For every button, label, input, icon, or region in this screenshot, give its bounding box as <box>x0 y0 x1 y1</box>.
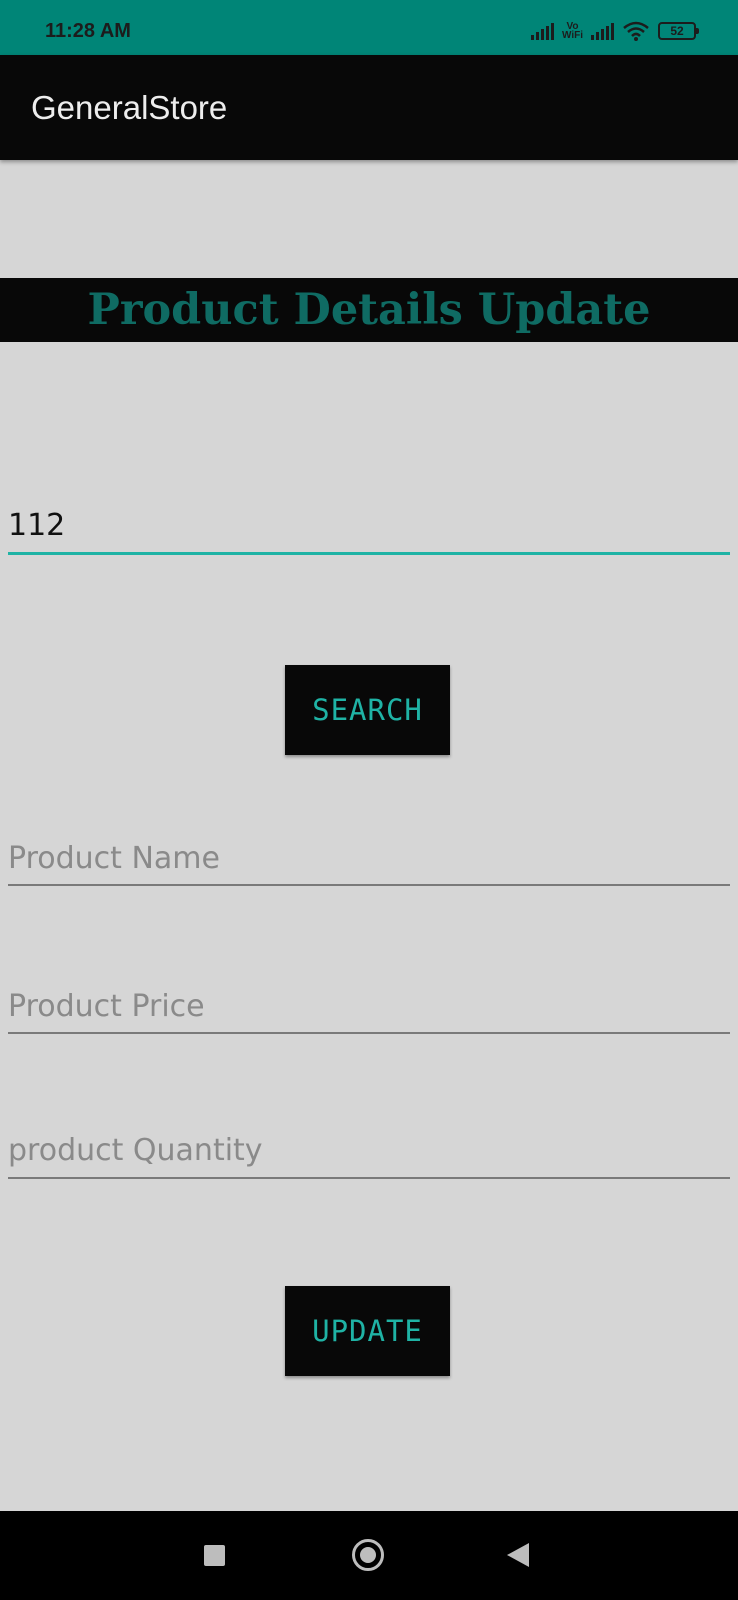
status-time: 11:28 AM <box>45 20 131 42</box>
product-name-input[interactable] <box>8 838 730 886</box>
page-title: Product Details Update <box>87 285 651 335</box>
search-button[interactable]: SEARCH <box>285 665 450 755</box>
battery-level: 52 <box>670 24 684 38</box>
product-quantity-input[interactable] <box>8 1129 730 1179</box>
update-button[interactable]: UPDATE <box>285 1286 450 1376</box>
battery-icon: 52 <box>658 22 699 40</box>
app-bar: GeneralStore <box>0 55 738 160</box>
product-price-input[interactable] <box>8 986 730 1034</box>
vowifi-label-bottom: WiFi <box>561 30 583 41</box>
signal-icon <box>591 22 614 40</box>
status-bar: 11:28 AM Vo WiFi 52 <box>0 0 738 55</box>
app-title: GeneralStore <box>31 89 228 126</box>
navigation-bar <box>0 1511 738 1600</box>
wifi-icon <box>623 21 649 41</box>
page-header: Product Details Update <box>0 278 738 342</box>
vowifi-icon: Vo WiFi <box>561 22 583 41</box>
product-id-input[interactable] <box>8 505 730 555</box>
back-icon[interactable] <box>507 1543 529 1567</box>
recents-icon[interactable] <box>204 1545 225 1566</box>
signal-icon <box>530 22 554 40</box>
home-icon[interactable] <box>352 1539 384 1571</box>
status-icons: Vo WiFi 52 <box>530 20 699 42</box>
